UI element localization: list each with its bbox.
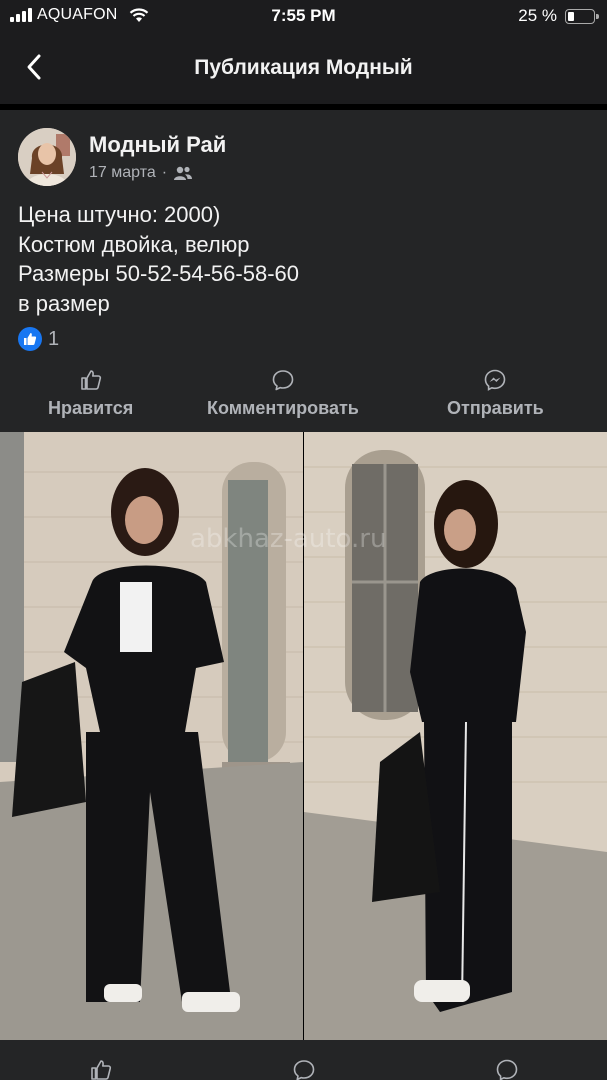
like-reaction-icon xyxy=(18,327,42,351)
post-date[interactable]: 17 марта xyxy=(89,164,156,182)
like-button[interactable]: Нравится xyxy=(48,368,133,419)
post-text-line: в размер xyxy=(18,290,110,316)
comment-button[interactable]: Комментировать xyxy=(207,368,359,419)
comment-bubble-icon xyxy=(272,370,294,391)
messenger-icon[interactable] xyxy=(495,1058,519,1080)
messenger-icon xyxy=(485,369,506,391)
status-bar: AQUAFON 7:55 PM 25 % xyxy=(0,0,607,32)
page-title: Публикация Модный xyxy=(194,56,413,79)
reaction-summary[interactable]: 1 xyxy=(18,327,59,351)
post-text-line: Костюм двойка, велюр xyxy=(18,231,250,257)
status-time: 7:55 PM xyxy=(271,6,336,25)
nav-bar: Публикация Модный xyxy=(0,32,607,104)
post-actions: Нравится Комментировать Отправить xyxy=(0,368,607,428)
thumbs-up-icon[interactable] xyxy=(89,1058,113,1080)
like-button-label: Нравится xyxy=(48,398,134,418)
post-meta: 17 марта · xyxy=(89,164,193,182)
post-text-line: Размеры 50-52-54-56-58-60 xyxy=(18,261,299,286)
like-count: 1 xyxy=(48,327,60,350)
avatar[interactable] xyxy=(18,128,76,186)
friends-icon xyxy=(174,166,193,180)
status-right: 25 % xyxy=(518,6,599,26)
image-watermark: abkhaz-auto.ru xyxy=(190,524,387,554)
battery-percent: 25 % xyxy=(518,6,557,25)
post-photo[interactable]: abkhaz-auto.ru xyxy=(0,432,607,1040)
comment-bubble-icon[interactable] xyxy=(292,1058,316,1080)
share-button-label: Отправить xyxy=(447,398,544,418)
share-button[interactable]: Отправить xyxy=(447,368,544,419)
post-card: Модный Рай 17 марта · Цена штучно: 2000)… xyxy=(0,110,607,432)
comment-button-label: Комментировать xyxy=(207,398,359,418)
battery-icon xyxy=(565,8,599,24)
thumbs-up-icon xyxy=(80,370,101,390)
battery-level xyxy=(568,11,574,21)
post-text: Цена штучно: 2000) Костюм двойка, велюр … xyxy=(18,200,299,318)
author-name[interactable]: Модный Рай xyxy=(89,132,226,158)
meta-separator: · xyxy=(161,164,168,181)
post-text-line: Цена штучно: 2000) xyxy=(18,202,221,227)
photo-actions-bar xyxy=(0,1040,607,1080)
